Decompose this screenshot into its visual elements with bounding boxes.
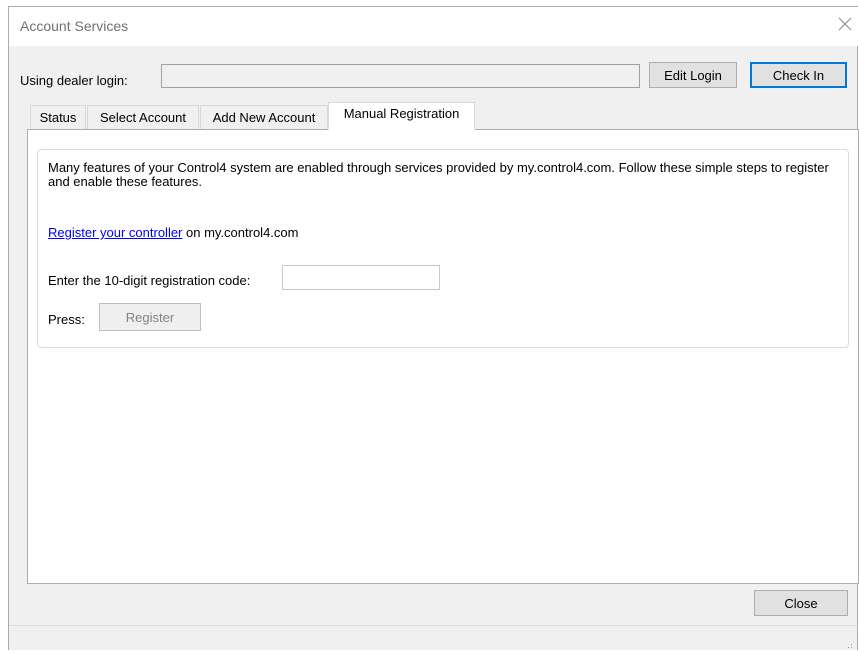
register-button[interactable]: Register [99,303,201,331]
registration-code-label: Enter the 10-digit registration code: [48,273,251,288]
close-window-button[interactable] [834,13,856,35]
tab-add-new-account[interactable]: Add New Account [200,105,328,129]
registration-group: Many features of your Control4 system ar… [37,149,849,348]
dealer-login-field[interactable] [161,64,640,88]
registration-code-input[interactable] [282,265,440,290]
register-controller-link[interactable]: Register your controller [48,225,182,240]
status-bar-divider [9,625,858,626]
register-link-line: Register your controller on my.control4.… [48,225,298,240]
window-title: Account Services [20,18,129,34]
tab-select-account[interactable]: Select Account [87,105,199,129]
title-bar: Account Services [9,7,858,46]
dealer-login-label: Using dealer login: [20,73,128,88]
check-in-button[interactable]: Check In [750,62,847,88]
account-services-dialog: Account Services Using dealer login: Edi… [8,6,859,650]
register-link-suffix: on my.control4.com [182,225,299,240]
press-label: Press: [48,312,85,327]
close-icon [838,17,852,31]
resize-grip-icon[interactable] [845,638,853,648]
manual-registration-panel: Many features of your Control4 system ar… [27,129,859,584]
intro-text: Many features of your Control4 system ar… [48,160,829,189]
tab-manual-registration[interactable]: Manual Registration [328,102,475,130]
close-button[interactable]: Close [754,590,848,616]
edit-login-button[interactable]: Edit Login [649,62,737,88]
tab-status[interactable]: Status [30,105,86,129]
